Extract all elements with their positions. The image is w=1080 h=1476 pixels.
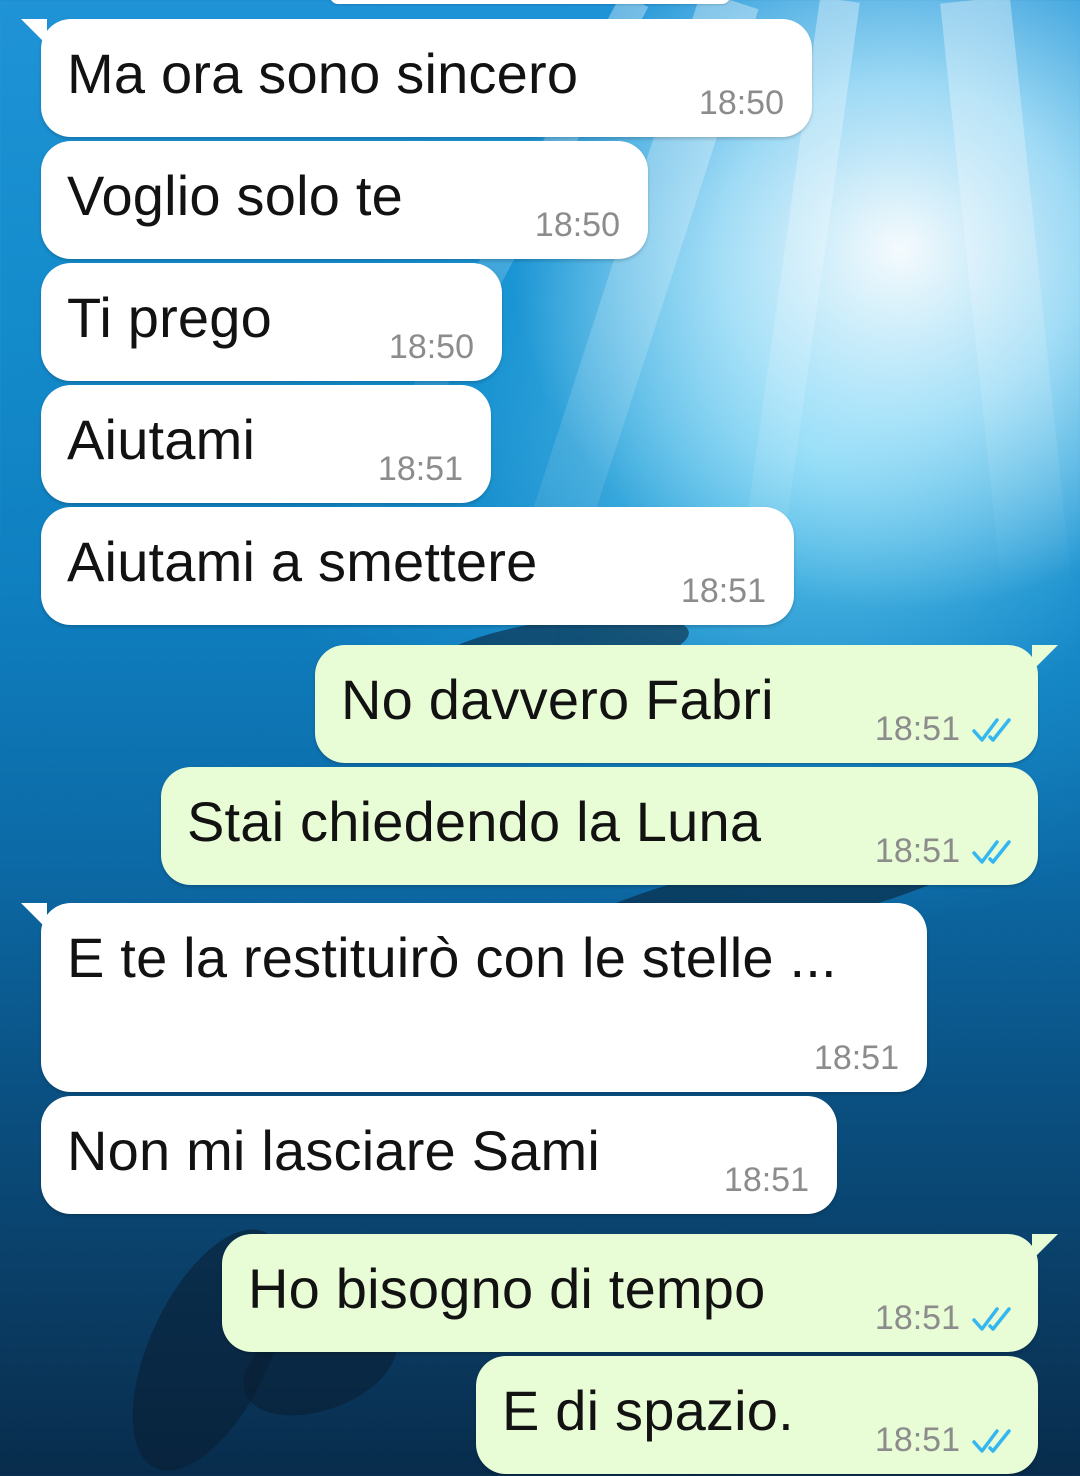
message-time: 18:51	[680, 572, 766, 610]
message-time: 18:50	[698, 84, 784, 122]
message-incoming[interactable]: Voglio solo te 18:50	[41, 141, 648, 259]
message-time: 18:51	[813, 1039, 899, 1077]
bubble-tail	[1032, 1234, 1058, 1260]
message-outgoing[interactable]: E di spazio. 18:51	[476, 1356, 1038, 1474]
message-outgoing[interactable]: No davvero Fabri 18:51	[315, 645, 1058, 763]
message-incoming[interactable]: Aiutami a smettere 18:51	[41, 507, 794, 625]
previous-message-edge	[330, 0, 730, 4]
message-time: 18:51	[874, 1421, 960, 1459]
message-time: 18:51	[377, 450, 463, 488]
message-text: Non mi lasciare Sami	[67, 1119, 601, 1182]
message-time: 18:50	[534, 206, 620, 244]
message-outgoing[interactable]: Ho bisogno di tempo 18:51	[222, 1234, 1058, 1352]
message-text: Ma ora sono sincero	[67, 42, 579, 105]
double-check-read-icon	[972, 718, 1011, 742]
message-incoming[interactable]: Ma ora sono sincero 18:50	[21, 19, 812, 137]
message-text: Aiutami a smettere	[67, 530, 538, 593]
double-check-read-icon	[972, 1429, 1011, 1453]
double-check-read-icon	[972, 1307, 1011, 1331]
message-time: 18:51	[874, 710, 960, 748]
bubble-tail	[21, 19, 47, 45]
bubble-tail	[21, 903, 47, 929]
message-text: E te la restituirò con le stelle ...	[67, 926, 837, 989]
message-time: 18:51	[874, 1299, 960, 1337]
message-time: 18:51	[874, 832, 960, 870]
message-text: Ho bisogno di tempo	[248, 1257, 766, 1320]
message-text: E di spazio.	[502, 1379, 794, 1442]
bubble-tail	[1032, 645, 1058, 671]
message-text: Stai chiedendo la Luna	[187, 790, 762, 853]
message-incoming[interactable]: Ti prego 18:50	[41, 263, 502, 381]
message-text: Voglio solo te	[67, 164, 403, 227]
message-incoming[interactable]: Aiutami 18:51	[41, 385, 491, 503]
message-text: Aiutami	[67, 408, 256, 471]
message-text: Ti prego	[67, 286, 272, 349]
message-time: 18:50	[388, 328, 474, 366]
message-time: 18:51	[723, 1161, 809, 1199]
message-outgoing[interactable]: Stai chiedendo la Luna 18:51	[161, 767, 1038, 885]
double-check-read-icon	[972, 840, 1011, 864]
message-text: No davvero Fabri	[341, 668, 774, 731]
message-incoming[interactable]: Non mi lasciare Sami 18:51	[41, 1096, 837, 1214]
message-incoming[interactable]: E te la restituirò con le stelle ... 18:…	[21, 903, 927, 1092]
